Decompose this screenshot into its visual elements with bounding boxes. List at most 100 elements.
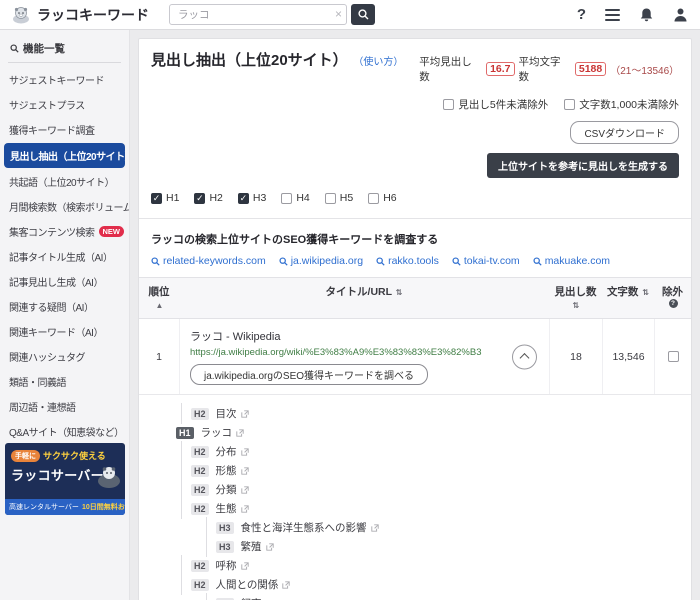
sidebar-item-label: 共起語（上位20サイト） (9, 178, 115, 189)
checkbox-icon (368, 192, 380, 204)
heading-tree-row: H2 呼称 (176, 555, 691, 576)
sidebar-item[interactable]: 関連ハッシュタグ (0, 344, 129, 369)
notifications-bell-icon[interactable] (639, 7, 654, 23)
ad-footer-right: 10日間無料お試し (81, 504, 125, 511)
external-link-icon (240, 447, 249, 456)
top-header: ラッコキーワード × ? (0, 0, 700, 30)
heading-link[interactable]: 目次 (216, 406, 249, 421)
research-site-link[interactable]: tokai-tv.com (452, 255, 520, 267)
avg-chars-value: 5188 (574, 62, 607, 76)
heading-link[interactable]: 飼育 (241, 596, 274, 600)
sidebar-item[interactable]: 集客コンテンツ検索 NEW (0, 219, 129, 244)
research-site-link[interactable]: makuake.com (533, 255, 610, 267)
avg-headings-value: 16.7 (486, 62, 515, 76)
sidebar-item[interactable]: 関連キーワード（AI） (0, 319, 129, 344)
heading-tree-row: H1 ラッコ (176, 423, 691, 442)
sidebar-item[interactable]: 月間検索数（検索ボリューム） (0, 194, 129, 219)
exclude-low-chars-checkbox[interactable]: 文字数1,000未満除外 (564, 97, 679, 112)
heading-level-label: H5 (339, 192, 354, 204)
heading-level-label: H1 (166, 192, 180, 204)
checkbox-icon (564, 99, 576, 110)
sidebar-item[interactable]: サジェストプラス (0, 92, 129, 117)
chars-count-cell: 13,546 (602, 319, 654, 394)
clear-search-icon[interactable]: × (335, 7, 342, 21)
help-icon[interactable]: ? (577, 6, 586, 23)
heading-tree-row: H2 分布 (176, 441, 691, 462)
column-header-chars-count[interactable]: 文字数 ⇅ (602, 278, 654, 318)
sidebar-item[interactable]: サジェストキーワード (0, 67, 129, 92)
avg-headings-label: 平均見出し数 (419, 56, 472, 83)
sidebar-item[interactable]: 周辺語・連想語 (0, 394, 129, 419)
heading-level-badge: H3 (216, 521, 234, 534)
new-badge: NEW (98, 226, 124, 237)
heading-level-checkbox[interactable]: H5 (324, 192, 354, 204)
exclude-checkbox[interactable] (667, 351, 679, 362)
heading-link[interactable]: ラッコ (201, 425, 245, 440)
search-button[interactable] (351, 4, 375, 25)
heading-level-checkbox[interactable]: H4 (281, 192, 310, 204)
column-header-title-url[interactable]: タイトル/URL ⇅ (179, 278, 549, 318)
otter-logo-icon (13, 6, 29, 23)
heading-link[interactable]: 繁殖 (241, 539, 274, 554)
sidebar-item[interactable]: 記事タイトル生成（AI） (0, 244, 129, 269)
search-icon (376, 256, 385, 266)
sidebar-item[interactable]: 関連する疑問（AI） (0, 294, 129, 319)
exclude-low-chars-label: 文字数1,000未満除外 (579, 99, 679, 111)
avg-chars-label: 平均文字数 (518, 56, 561, 83)
user-account-icon[interactable] (673, 7, 688, 23)
chars-range: （21～13546） (610, 65, 680, 77)
search-icon (452, 256, 461, 266)
search-icon (533, 256, 542, 266)
heading-tree-row: H2 目次 (176, 403, 691, 424)
csv-download-button[interactable]: CSVダウンロード (570, 121, 679, 144)
research-site-link[interactable]: related-keywords.com (151, 255, 266, 267)
column-header-headings-count[interactable]: 見出し数 ⇅ (549, 278, 602, 318)
heading-tree: H2 目次 H1 ラッコ H2 分布 H2 形態 H2 分類 H2 生態 H3 … (139, 395, 691, 600)
exclude-few-headings-checkbox[interactable]: 見出し5件未満除外 (443, 97, 548, 112)
generate-headings-button[interactable]: 上位サイトを参考に見出しを生成する (487, 153, 679, 178)
heading-link[interactable]: 呼称 (216, 558, 249, 573)
sidebar-item[interactable]: 類語・同義語 (0, 369, 129, 394)
heading-level-label: H4 (296, 192, 310, 204)
heading-link[interactable]: 分布 (216, 444, 249, 459)
seo-keywords-button[interactable]: ja.wikipedia.orgのSEO獲得キーワードを調べる (190, 364, 429, 385)
rank-cell: 1 (156, 350, 162, 363)
result-title: ラッコ - Wikipedia (190, 331, 281, 343)
sidebar-item[interactable]: Q&Aサイト（知恵袋など） (0, 419, 129, 444)
headings-count-cell: 18 (549, 319, 602, 394)
heading-link[interactable]: 生態 (216, 501, 249, 516)
heading-level-badge: H2 (191, 559, 209, 572)
exclude-cell (654, 319, 691, 394)
collapse-button[interactable] (512, 344, 537, 369)
sort-icon: ⇅ (642, 288, 650, 297)
heading-level-checkbox[interactable]: H1 (151, 192, 179, 204)
sidebar-menu-header: 機能一覧 (0, 37, 129, 62)
heading-level-label: H6 (383, 192, 397, 204)
heading-link[interactable]: 形態 (216, 463, 249, 478)
search-input[interactable] (169, 4, 347, 25)
heading-level-checkbox[interactable]: H6 (368, 192, 397, 204)
usage-link[interactable]: （使い方） (353, 53, 403, 68)
heading-level-checkbox[interactable]: H2 (194, 192, 223, 204)
column-header-rank[interactable]: 順位 ▲ (139, 278, 179, 318)
heading-link[interactable]: 分類 (216, 482, 249, 497)
rakko-server-ad-banner[interactable]: 手軽に サクサク使える ラッコサーバー 高速レンタルサーバー 10日間無料お試し (5, 443, 125, 515)
menu-icon[interactable] (605, 8, 620, 21)
sidebar-item[interactable]: 記事見出し生成（AI） (0, 269, 129, 294)
column-header-exclude[interactable]: 除外? (654, 278, 691, 318)
sidebar-item[interactable]: 獲得キーワード調査 (0, 117, 129, 142)
checkbox-icon (324, 192, 336, 204)
app-logo[interactable]: ラッコキーワード (12, 5, 149, 25)
exclude-few-headings-label: 見出し5件未満除外 (458, 99, 549, 111)
research-site-link[interactable]: ja.wikipedia.org (279, 255, 363, 267)
heading-tree-row: H2 生態 (176, 498, 691, 519)
sidebar-item[interactable]: 見出し抽出（上位20サイト） (4, 143, 125, 168)
checkbox-icon (194, 192, 206, 204)
info-icon[interactable]: ? (668, 299, 678, 308)
results-table: 順位 ▲ タイトル/URL ⇅ 見出し数 ⇅ 文字数 ⇅ 除外? 1 ラッコ - (139, 277, 691, 600)
heading-level-checkbox[interactable]: H3 (237, 192, 266, 204)
heading-link[interactable]: 人間との関係 (216, 577, 291, 592)
research-site-link[interactable]: rakko.tools (376, 255, 439, 267)
sidebar-item[interactable]: 共起語（上位20サイト） (0, 169, 129, 194)
heading-link[interactable]: 食性と海洋生態系への影響 (241, 520, 379, 535)
